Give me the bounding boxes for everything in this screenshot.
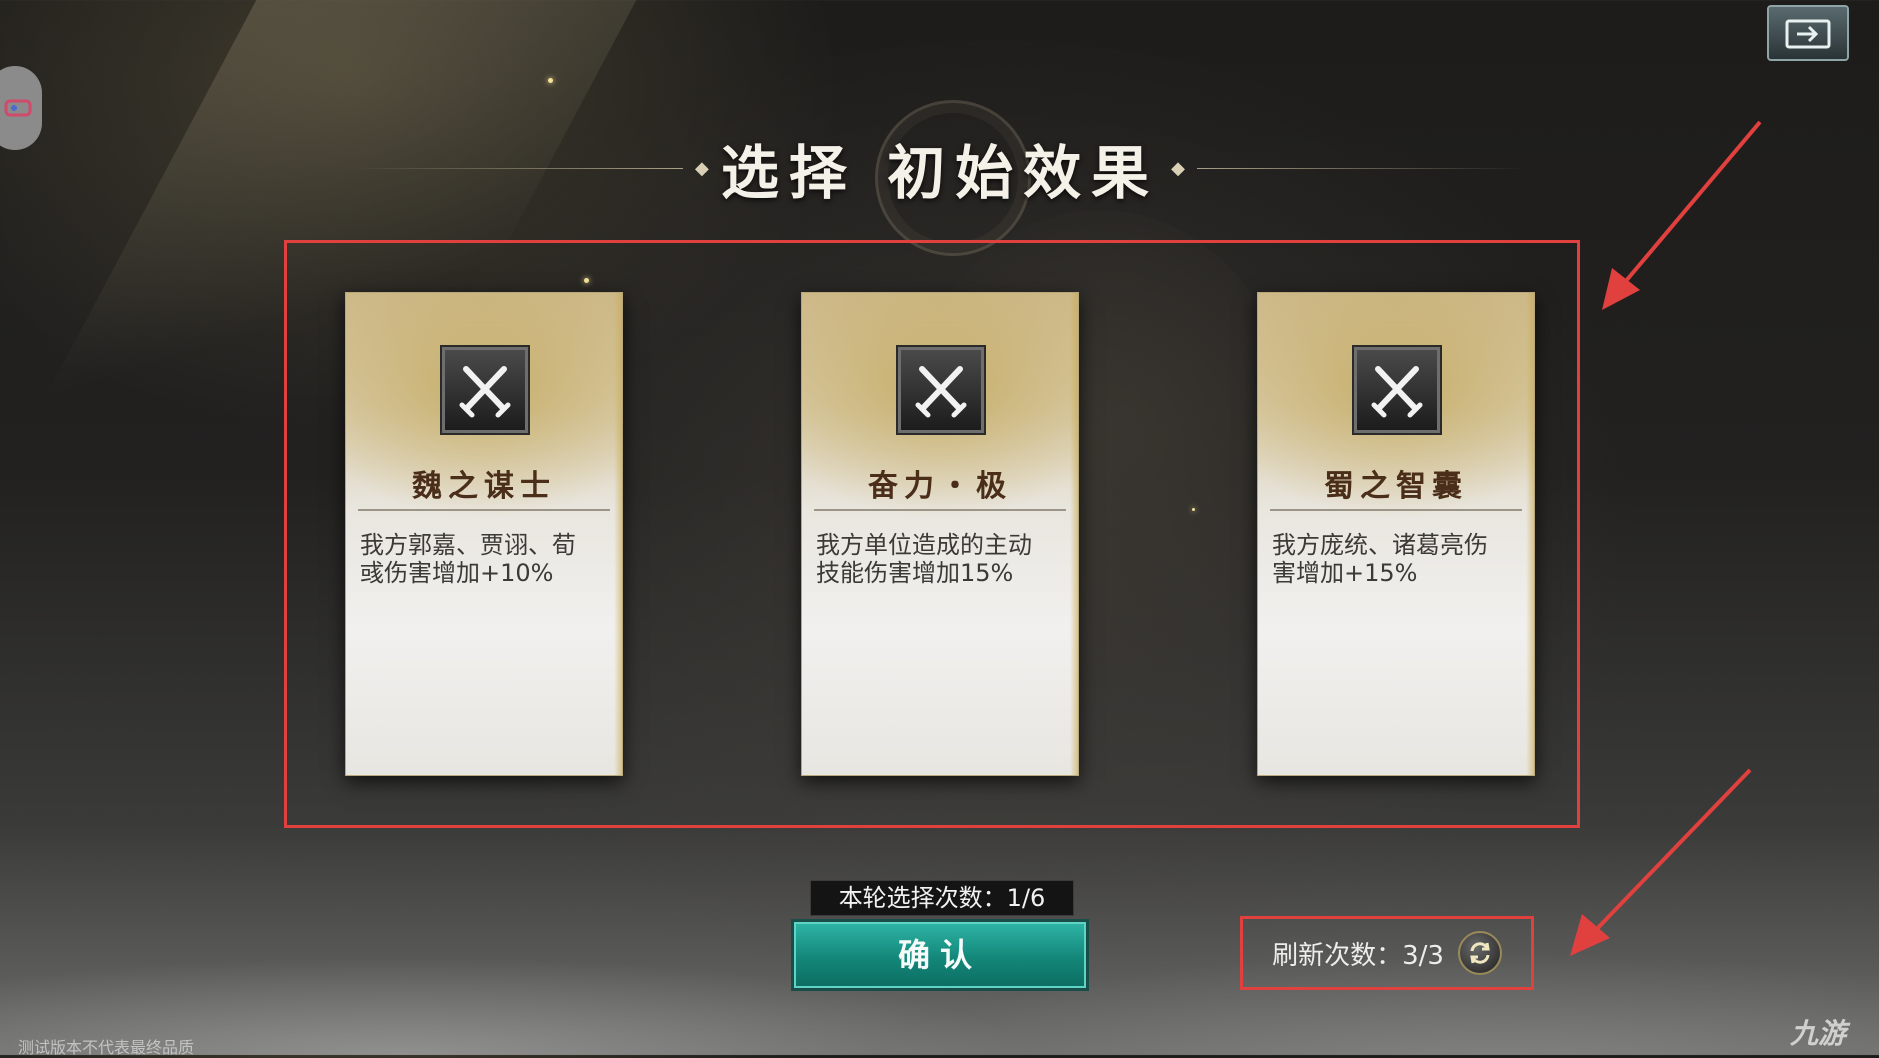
card-description-line: 我方郭嘉、贾诩、荀 xyxy=(360,531,576,559)
card-description: 我方单位造成的主动 技能伤害增加15% xyxy=(816,531,1064,587)
selection-counter: 本轮选择次数：1/6 xyxy=(810,880,1074,916)
card-title: 奋力・极 xyxy=(868,469,1012,504)
test-version-notice: 测试版本不代表最终品质 xyxy=(18,1038,195,1057)
exit-button[interactable] xyxy=(1767,5,1849,61)
gamepad-icon xyxy=(4,99,32,117)
refresh-button[interactable] xyxy=(1457,931,1502,975)
refresh-panel: 刷新次数：3/3 xyxy=(1240,916,1534,990)
card-description: 我方庞统、诸葛亮伤 害增加+15% xyxy=(1272,531,1520,587)
card-description: 我方郭嘉、贾诩、荀 彧伤害增加+10% xyxy=(360,531,608,587)
crossed-swords-icon xyxy=(915,366,967,418)
refresh-icon xyxy=(1470,942,1490,964)
effect-card-2[interactable]: 奋力・极 我方单位造成的主动 技能伤害增加15% xyxy=(801,292,1079,776)
card-description-line: 我方庞统、诸葛亮伤 xyxy=(1272,531,1488,559)
confirm-button[interactable]: 确认 xyxy=(794,922,1086,988)
card-description-line: 我方单位造成的主动 xyxy=(816,531,1032,559)
card-description-line: 害增加+15% xyxy=(1272,559,1418,587)
card-description-line: 技能伤害增加15% xyxy=(816,559,1014,587)
ornament-icon: ◆ xyxy=(1171,157,1185,179)
title-bar: ◆ 选择 初始效果 ◆ xyxy=(320,128,1560,208)
crossed-swords-icon xyxy=(459,366,511,418)
spark xyxy=(584,278,589,283)
ornament-icon: ◆ xyxy=(695,157,709,179)
card-icon xyxy=(440,345,530,435)
annotation-arrow-cards xyxy=(1602,120,1762,310)
effect-card-1[interactable]: 魏之谋士 我方郭嘉、贾诩、荀 彧伤害增加+10% xyxy=(345,292,623,776)
spark xyxy=(1192,508,1195,511)
card-description-line: 彧伤害增加+10% xyxy=(360,559,554,587)
effect-card-3[interactable]: 蜀之智囊 我方庞统、诸葛亮伤 害增加+15% xyxy=(1257,292,1535,776)
site-watermark: 九游 xyxy=(1790,1017,1847,1050)
title-line-right xyxy=(1196,167,1527,169)
refresh-counter: 刷新次数：3/3 xyxy=(1272,940,1444,971)
crossed-swords-icon xyxy=(1371,366,1423,418)
spark xyxy=(548,78,553,83)
side-menu-button[interactable] xyxy=(0,66,42,150)
exit-icon xyxy=(1785,19,1831,49)
card-title: 蜀之智囊 xyxy=(1324,469,1468,504)
card-icon xyxy=(896,345,986,435)
card-divider xyxy=(358,509,610,511)
card-title: 魏之谋士 xyxy=(412,469,556,504)
title-line-left xyxy=(353,167,684,169)
card-divider xyxy=(1270,509,1522,511)
card-icon xyxy=(1352,345,1442,435)
card-divider xyxy=(814,509,1066,511)
page-title: 选择 初始效果 xyxy=(720,139,1160,207)
